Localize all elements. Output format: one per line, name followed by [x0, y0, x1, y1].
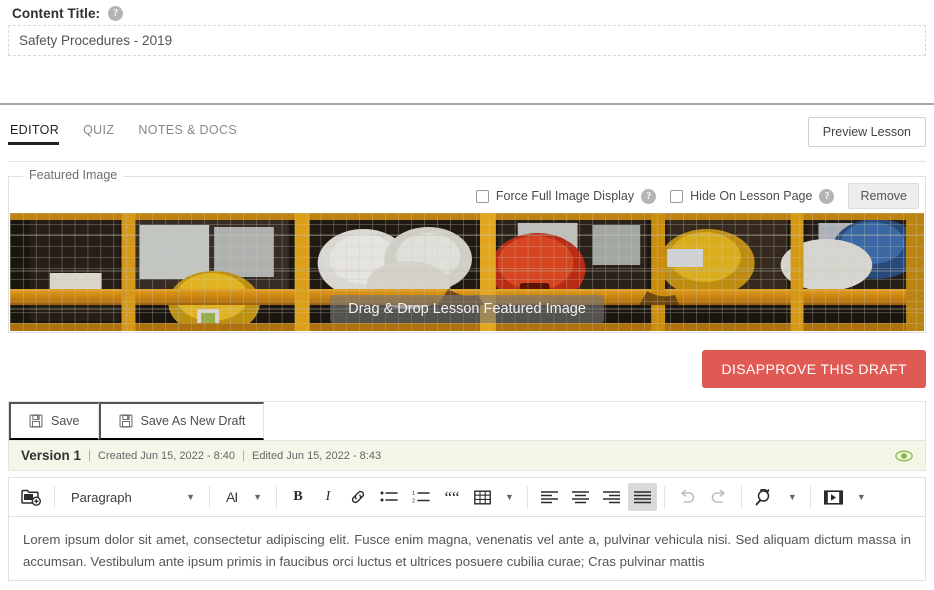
table-icon[interactable]: [468, 483, 497, 511]
media-embed-icon[interactable]: [818, 483, 849, 511]
align-justify-icon[interactable]: [627, 483, 657, 511]
redo-glyph: [711, 490, 725, 503]
table-glyph: [474, 490, 491, 505]
lesson-editor-page: Content Title: ? EDITOR QUIZ NOTES & DOC…: [0, 0, 934, 590]
force-full-image-display-label: Force Full Image Display: [495, 189, 635, 203]
link-glyph: [351, 490, 365, 504]
tab-quiz[interactable]: QUIZ: [81, 121, 136, 145]
font-size-icon: AI: [226, 489, 238, 505]
align-center-glyph: [571, 490, 589, 503]
featured-image-dropzone-label[interactable]: Drag & Drop Lesson Featured Image: [330, 295, 604, 323]
help-circle-icon[interactable]: ?: [108, 6, 124, 21]
content-title-input[interactable]: [8, 25, 926, 56]
tab-notes-and-docs[interactable]: NOTES & DOCS: [136, 121, 259, 145]
preview-lesson-button[interactable]: Preview Lesson: [807, 117, 926, 147]
hide-on-lesson-page-group[interactable]: Hide On Lesson Page ?: [670, 188, 835, 204]
hide-on-lesson-page-help-circle-icon[interactable]: ?: [819, 188, 835, 204]
featured-image-fieldset: Featured Image Force Full Image Display …: [8, 168, 926, 333]
tabs-divider: [8, 161, 926, 162]
find-replace-glyph: [755, 488, 770, 505]
svg-text:2: 2: [412, 499, 415, 505]
editor-tabs: EDITOR QUIZ NOTES & DOCS: [8, 121, 259, 145]
toolbar-divider-1: [54, 486, 55, 508]
featured-image-legend: Featured Image: [23, 168, 124, 182]
disapprove-row: DISAPPROVE THIS DRAFT: [0, 333, 934, 388]
chevron-down-icon: ▼: [253, 492, 262, 502]
version-name: Version 1: [21, 448, 82, 463]
bullet-list-icon[interactable]: [374, 483, 404, 511]
remove-featured-image-button[interactable]: Remove: [848, 183, 919, 209]
floppy-disk-icon: [29, 414, 43, 428]
svg-text:1: 1: [412, 491, 415, 497]
align-right-icon[interactable]: [597, 483, 626, 511]
version-separator-1: |: [88, 449, 92, 462]
undo-icon[interactable]: [672, 483, 702, 511]
toolbar-divider-2: [209, 486, 210, 508]
force-full-image-display-help-circle-icon[interactable]: ?: [641, 188, 657, 204]
insert-media-folder-glyph: [21, 489, 41, 506]
align-right-glyph: [602, 490, 620, 503]
numbered-list-glyph: 1 2: [412, 491, 430, 505]
version-bar: Version 1 | Created Jun 15, 2022 - 8:40 …: [8, 441, 926, 471]
featured-image-toolbar: Force Full Image Display ? Hide On Lesso…: [9, 177, 925, 213]
align-center-icon[interactable]: [566, 483, 595, 511]
toolbar-divider-7: [809, 486, 811, 508]
save-bar: Save Save As New Draft: [8, 401, 926, 441]
bullet-list-glyph: [380, 491, 398, 502]
link-icon[interactable]: [344, 483, 372, 511]
toolbar-divider-3: [276, 486, 277, 508]
redo-icon[interactable]: [704, 483, 734, 511]
align-left-icon[interactable]: [535, 483, 564, 511]
insert-media-folder-icon[interactable]: [15, 483, 47, 511]
undo-glyph: [681, 490, 695, 503]
find-replace-icon[interactable]: [749, 483, 780, 511]
editor-toolbar: Paragraph ▼ AI ▼ B I 1 2 ““ ▼ ▼ ▼: [8, 477, 926, 517]
block-format-value: Paragraph: [71, 489, 132, 505]
version-created: Created Jun 15, 2022 - 8:40: [98, 449, 236, 462]
blockquote-button[interactable]: ““: [438, 483, 466, 511]
save-as-new-draft-button[interactable]: Save As New Draft: [98, 402, 265, 440]
align-justify-glyph: [633, 490, 651, 503]
page-title: Content Title:: [12, 6, 101, 21]
toolbar-divider-6: [740, 486, 742, 508]
editor-tabs-bar: EDITOR QUIZ NOTES & DOCS Preview Lesson: [0, 105, 934, 161]
save-as-new-draft-label: Save As New Draft: [140, 414, 246, 428]
media-embed-glyph: [823, 489, 843, 505]
media-dropdown-chevron-down-icon[interactable]: ▼: [851, 483, 872, 511]
table-dropdown-chevron-down-icon[interactable]: ▼: [499, 483, 520, 511]
featured-image-preview[interactable]: Drag & Drop Lesson Featured Image: [10, 213, 924, 331]
force-full-image-display-checkbox[interactable]: [475, 189, 489, 203]
editor-paragraph: Lorem ipsum dolor sit amet, consectetur …: [23, 532, 911, 569]
font-size-select[interactable]: AI ▼: [217, 483, 269, 511]
save-button[interactable]: Save: [9, 402, 99, 440]
italic-button[interactable]: I: [314, 483, 342, 511]
align-left-glyph: [540, 490, 558, 503]
save-button-label: Save: [51, 414, 80, 428]
version-separator-2: |: [242, 449, 246, 462]
hide-on-lesson-page-label: Hide On Lesson Page: [690, 189, 813, 203]
bold-button[interactable]: B: [284, 483, 312, 511]
disapprove-this-draft-button[interactable]: DISAPPROVE THIS DRAFT: [702, 350, 926, 388]
toolbar-divider-4: [526, 486, 528, 508]
toolbar-divider-5: [663, 486, 665, 508]
content-title-row: Content Title: ?: [0, 0, 934, 25]
force-full-image-display-group[interactable]: Force Full Image Display ?: [475, 188, 657, 204]
numbered-list-icon[interactable]: 1 2: [406, 483, 436, 511]
content-title-field-wrap: [0, 25, 934, 56]
floppy-disk-icon: [119, 414, 132, 428]
version-edited: Edited Jun 15, 2022 - 8:43: [252, 449, 382, 462]
chevron-down-icon: ▼: [186, 492, 195, 502]
hide-on-lesson-page-checkbox[interactable]: [670, 189, 684, 203]
eye-icon[interactable]: [895, 449, 913, 463]
tab-editor[interactable]: EDITOR: [8, 121, 81, 145]
block-format-select[interactable]: Paragraph ▼: [62, 483, 202, 511]
editor-content-area[interactable]: Lorem ipsum dolor sit amet, consectetur …: [8, 517, 926, 581]
find-replace-dropdown-chevron-down-icon[interactable]: ▼: [782, 483, 803, 511]
